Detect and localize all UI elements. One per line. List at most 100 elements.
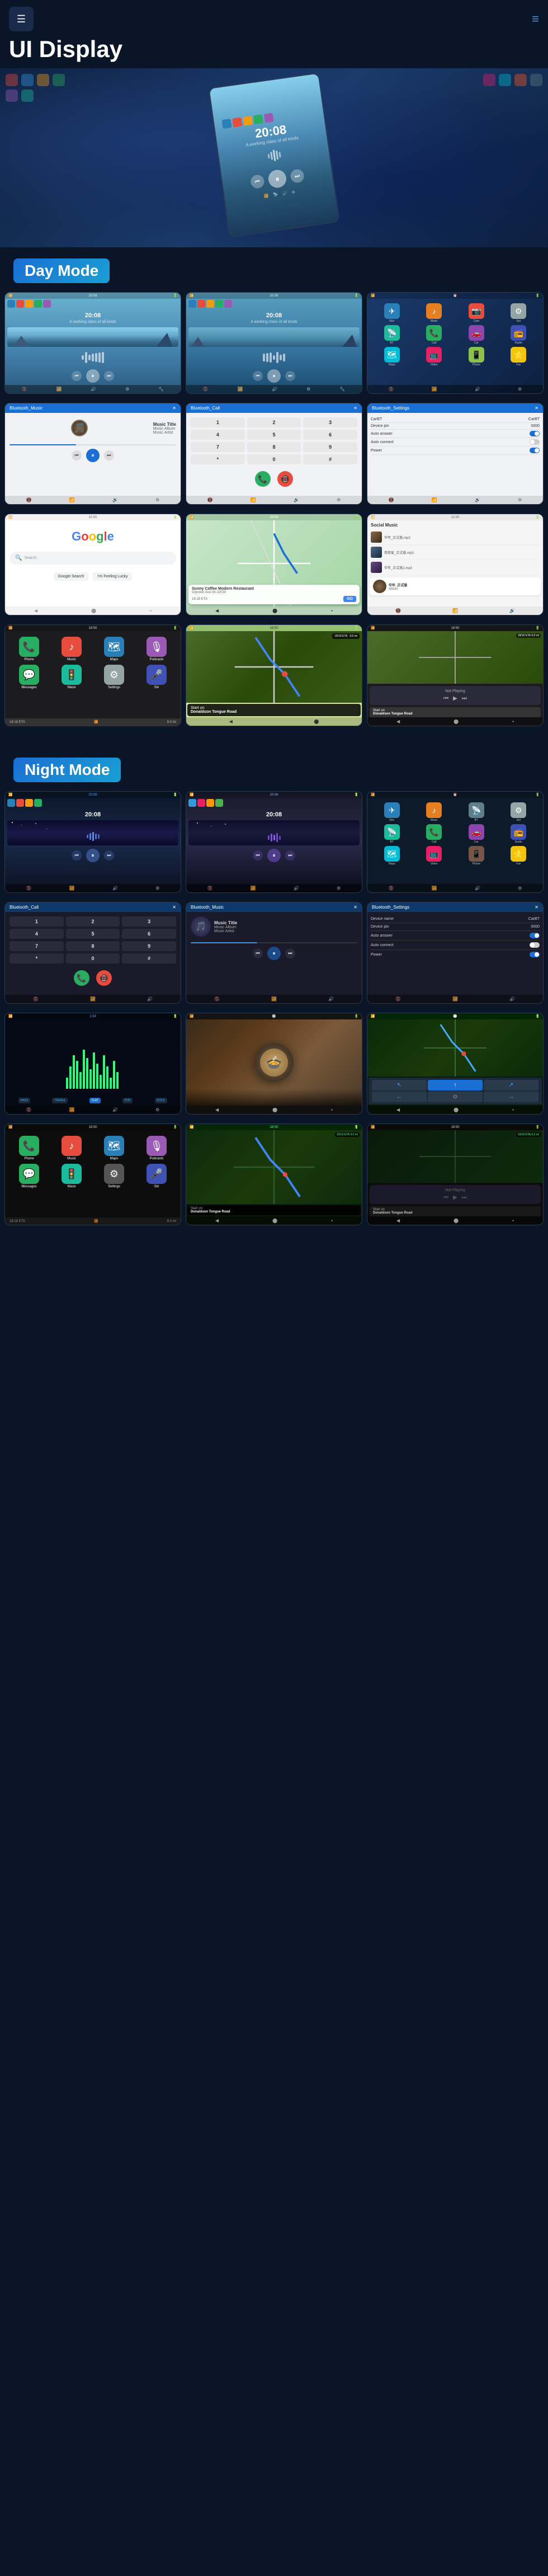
- cp-maps[interactable]: 🗺 Maps: [95, 637, 134, 661]
- night-auto-connect-toggle[interactable]: [530, 942, 540, 948]
- cp-music[interactable]: ♪ Music: [52, 637, 91, 661]
- night-bt-music-close[interactable]: ✕: [353, 905, 357, 910]
- app-item[interactable]: ♪Music: [414, 303, 455, 323]
- call-accept-btn[interactable]: 📞: [255, 471, 271, 487]
- cp-siri[interactable]: 🎤 Siri: [137, 665, 176, 689]
- night-dial-1[interactable]: 1: [10, 916, 64, 927]
- nav-up-left[interactable]: ↖: [372, 1080, 427, 1090]
- bt-prev-btn[interactable]: ⏮: [72, 450, 82, 460]
- eq-preset-4[interactable]: POP: [122, 1098, 133, 1103]
- prev-btn-2[interactable]: ⏮: [253, 371, 263, 381]
- google-lucky-btn[interactable]: I'm Feeling Lucky: [93, 572, 132, 581]
- np-next[interactable]: ⏭: [533, 584, 537, 589]
- nav-left[interactable]: ←: [372, 1092, 427, 1102]
- night-np-prev[interactable]: ⏮: [443, 1195, 448, 1201]
- cp-waze[interactable]: 🚦 Waze: [52, 665, 91, 689]
- night-app-item[interactable]: 📱Phone: [456, 846, 497, 866]
- next-btn-2[interactable]: ⏭: [285, 371, 295, 381]
- night-play-2[interactable]: ⏸: [267, 849, 281, 862]
- night-app-item[interactable]: 📡BT: [372, 824, 412, 844]
- cp-podcast[interactable]: 🎙 Podcasts: [137, 637, 176, 661]
- cp-settings[interactable]: ⚙ Settings: [95, 665, 134, 689]
- app-item[interactable]: 🚗Car: [456, 325, 497, 345]
- dial-0[interactable]: 0: [247, 454, 301, 464]
- night-next-1[interactable]: ⏭: [104, 850, 114, 861]
- night-np-play[interactable]: ▶: [453, 1195, 457, 1201]
- night-dial-8[interactable]: 8: [66, 941, 120, 951]
- nav-up[interactable]: ↑: [428, 1080, 483, 1090]
- cp-phone[interactable]: 📞 Phone: [10, 637, 49, 661]
- night-cp-message[interactable]: 💬 Messages: [10, 1164, 49, 1188]
- night-dial-9[interactable]: 9: [122, 941, 176, 951]
- dial-2[interactable]: 2: [247, 417, 301, 427]
- night-app-item[interactable]: 📺Video: [414, 846, 455, 866]
- night-bt-prev[interactable]: ⏮: [253, 948, 263, 958]
- google-buttons[interactable]: Google Search I'm Feeling Lucky: [5, 568, 181, 585]
- bt-music-controls[interactable]: ⏮ ⏸ ⏭: [5, 449, 181, 462]
- dial-hash[interactable]: #: [303, 454, 357, 464]
- night-np-controls[interactable]: ⏮ ▶ ⏭: [373, 1195, 537, 1201]
- day-controls-2[interactable]: ⏮ ⏸ ⏭: [186, 369, 362, 383]
- night-dialpad[interactable]: 1 2 3 4 5 6 7 8 9 * 0 #: [5, 912, 181, 968]
- eq-preset-2[interactable]: TREBLE: [52, 1098, 67, 1103]
- night-cp-settings[interactable]: ⚙ Settings: [95, 1164, 134, 1188]
- night-dial-3[interactable]: 3: [122, 916, 176, 927]
- night-cp-music[interactable]: ♪ Music: [52, 1136, 91, 1160]
- bt-call-back[interactable]: ✕: [353, 406, 357, 411]
- dial-8[interactable]: 8: [247, 442, 301, 452]
- night-controls-2[interactable]: ⏮ ⏸ ⏭: [186, 849, 362, 862]
- song-item-2[interactable]: 简单爱_正式版.mp3: [367, 545, 543, 560]
- logo-icon[interactable]: ☰: [9, 7, 34, 31]
- night-app-item[interactable]: 📻Radio: [499, 824, 539, 844]
- dial-1[interactable]: 1: [191, 417, 245, 427]
- google-search-bar[interactable]: 🔍 Search: [10, 552, 176, 565]
- nav-go-btn[interactable]: GO: [343, 596, 356, 602]
- app-item[interactable]: 📞Call: [414, 325, 455, 345]
- nav-center[interactable]: ⊙: [428, 1092, 483, 1102]
- dial-4[interactable]: 4: [191, 430, 245, 440]
- np-play[interactable]: ⏸: [529, 584, 531, 589]
- night-dial-hash[interactable]: #: [122, 953, 176, 963]
- night-dial-2[interactable]: 2: [66, 916, 120, 927]
- google-search-btn[interactable]: Google Search: [54, 572, 89, 581]
- night-next-2[interactable]: ⏭: [285, 850, 295, 861]
- nav-up-right[interactable]: ↗: [484, 1080, 538, 1090]
- night-play-1[interactable]: ⏸: [86, 849, 100, 862]
- night-call-end[interactable]: 📵: [96, 970, 112, 986]
- night-dial-7[interactable]: 7: [10, 941, 64, 951]
- night-app-item[interactable]: 🚗Car: [456, 824, 497, 844]
- app-item[interactable]: ⭐Fav: [499, 347, 539, 366]
- night-app-item[interactable]: ⚙Set: [499, 802, 539, 822]
- night-app-item[interactable]: 🗺Maps: [372, 846, 412, 866]
- next-btn-1[interactable]: ⏭: [104, 371, 114, 381]
- night-dial-6[interactable]: 6: [122, 929, 176, 939]
- app-item[interactable]: 📡BT: [372, 325, 412, 345]
- night-bt-music-controls[interactable]: ⏮ ⏸ ⏭: [186, 947, 362, 960]
- bt-settings-back[interactable]: ✕: [535, 406, 538, 411]
- play-btn-1[interactable]: ⏸: [86, 369, 100, 383]
- bt-auto-connect-toggle[interactable]: [530, 439, 540, 445]
- bt-auto-answer-toggle[interactable]: [530, 431, 540, 436]
- eq-controls-row[interactable]: BASS TREBLE FLAT POP ROCK: [5, 1096, 181, 1106]
- app-item[interactable]: 📻Radio: [499, 325, 539, 345]
- app-item[interactable]: 🗺Maps: [372, 347, 412, 366]
- bt-power-toggle[interactable]: [530, 448, 540, 453]
- eq-preset-1[interactable]: BASS: [18, 1098, 30, 1103]
- night-app-item[interactable]: ♪Music: [414, 802, 455, 822]
- night-dial-4[interactable]: 4: [10, 929, 64, 939]
- app-item[interactable]: ✈Nav: [372, 303, 412, 323]
- night-cp-maps[interactable]: 🗺 Maps: [95, 1136, 134, 1160]
- bt-next-btn[interactable]: ⏭: [104, 450, 114, 460]
- dial-star[interactable]: *: [191, 454, 245, 464]
- night-cp-waze[interactable]: 🚦 Waze: [52, 1164, 91, 1188]
- np-mini-prev[interactable]: ⏮: [443, 695, 448, 702]
- night-dial-5[interactable]: 5: [66, 929, 120, 939]
- night-prev-1[interactable]: ⏮: [72, 850, 82, 861]
- night-bt-play[interactable]: ⏸: [267, 947, 281, 960]
- dialpad[interactable]: 1 2 3 4 5 6 7 8 9 * 0 #: [186, 413, 362, 469]
- app-item[interactable]: 📷Cam: [456, 303, 497, 323]
- night-controls-1[interactable]: ⏮ ⏸ ⏭: [5, 849, 181, 862]
- eq-preset-3[interactable]: FLAT: [89, 1098, 101, 1103]
- song-item-3[interactable]: 华年_正式版2.mp3: [367, 560, 543, 575]
- call-action-btns[interactable]: 📞 📵: [186, 469, 362, 489]
